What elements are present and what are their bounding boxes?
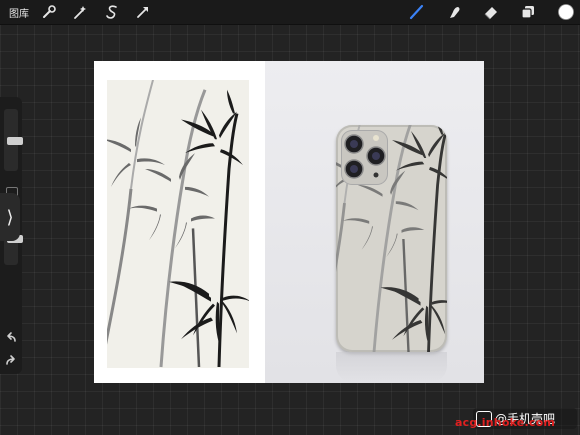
top-toolbar: 图库 [0, 0, 580, 25]
magic-wand-icon[interactable] [71, 3, 89, 21]
watermark-url: acg.inhoke.com [455, 416, 555, 429]
arrow-cursor-icon[interactable] [134, 3, 152, 21]
wrench-icon[interactable] [40, 3, 58, 21]
sidebar-toggle-button[interactable]: ⟩ [0, 193, 20, 241]
bamboo-wallpaper-artwork [107, 80, 249, 368]
redo-arrow-icon[interactable] [3, 353, 19, 369]
color-swatch-icon[interactable] [557, 3, 575, 21]
phone-case [336, 125, 447, 352]
undo-arrow-icon[interactable] [3, 330, 19, 346]
smudge-finger-icon[interactable] [445, 3, 463, 21]
phone-reflection [336, 352, 447, 382]
camera-module [341, 130, 388, 185]
eraser-icon[interactable] [482, 3, 500, 21]
drawing-canvas[interactable] [94, 61, 484, 383]
brush-icon[interactable] [407, 3, 425, 21]
phone-case-mockup [265, 61, 484, 383]
brush-size-slider[interactable] [4, 109, 23, 171]
brush-size-thumb[interactable] [7, 137, 23, 145]
gallery-button[interactable]: 图库 [9, 5, 29, 20]
selection-s-icon[interactable] [103, 3, 121, 21]
layers-icon[interactable] [519, 3, 537, 21]
